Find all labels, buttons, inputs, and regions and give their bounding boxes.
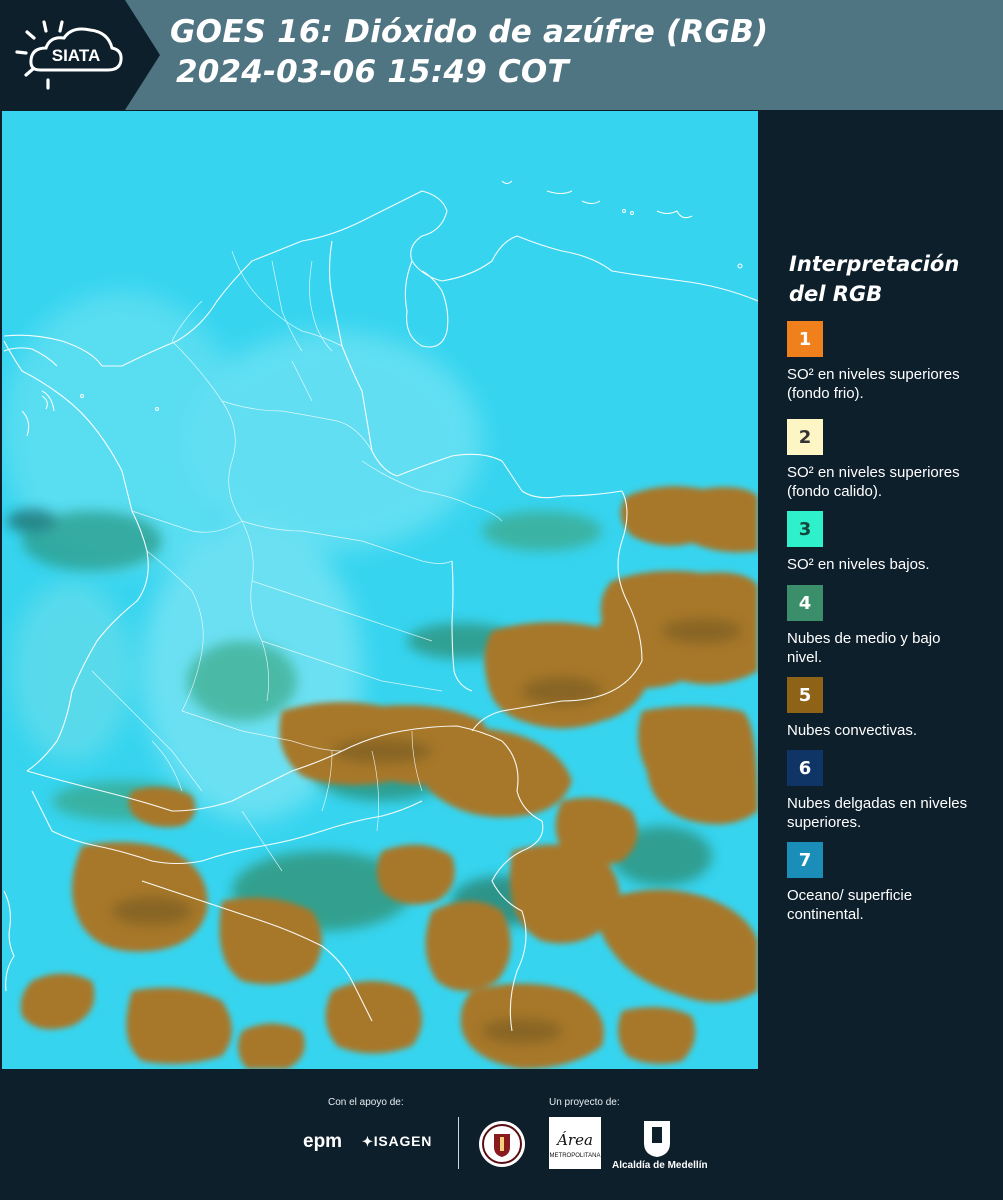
legend-item-2: 2 SO² en niveles superiores (fondo calid… [787,419,977,501]
epm-logo[interactable]: epm [303,1131,342,1153]
area-logo-subtext: METROPOLITANA [550,1153,601,1159]
legend-swatch-5: 5 [787,677,823,713]
legend-swatch-7: 7 [787,842,823,878]
area-logo-text: Área [555,1131,593,1149]
legend-label-4: Nubes de medio y bajo nivel. [787,630,941,666]
legend-item-1: 1 SO² en niveles superiores (fondo frio)… [787,321,977,403]
legend-item-7: 7 Oceano/ superficie continental. [787,842,977,924]
isagen-icon: ✦ [362,1134,374,1149]
legend-label-3: SO² en niveles bajos. [787,556,930,573]
project-caption: Un proyecto de: [549,1097,620,1108]
header-bar: SIATA GOES 16: Dióxido de azúfre (RGB) 2… [0,0,1003,110]
legend-label-5: Nubes convectivas. [787,722,918,739]
isagen-label: ISAGEN [373,1133,433,1149]
alcaldia-label: Alcaldía de Medellín [612,1160,708,1171]
legend-swatch-1: 1 [787,321,823,357]
legend-item-4: 4 Nubes de medio y bajo nivel. [787,585,977,667]
legend-swatch-3: 3 [787,511,823,547]
page-timestamp: 2024-03-06 15:49 COT [176,54,569,90]
legend-panel: Interpretación del RGB 1 SO² en niveles … [760,111,1003,1069]
legend-label-2: SO² en niveles superiores (fondo calido)… [787,464,960,500]
footer-divider [458,1117,459,1169]
area-metropolitana-logo[interactable]: Área METROPOLITANA [549,1117,601,1169]
satellite-map[interactable] [2,111,758,1069]
page-title: GOES 16: Dióxido de azúfre (RGB) [170,14,769,50]
legend-item-6: 6 Nubes delgadas en niveles superiores. [787,750,977,832]
legend-swatch-4: 4 [787,585,823,621]
medellin-seal-logo[interactable] [477,1119,527,1169]
siata-logo-text: SIATA [52,46,100,65]
footer-bar: Con el apoyo de: Un proyecto de: epm ✦IS… [0,1069,1003,1200]
legend-title: Interpretación del RGB [789,252,960,306]
legend-swatch-2: 2 [787,419,823,455]
isagen-logo[interactable]: ✦ISAGEN [362,1133,432,1150]
alcaldia-shield-logo[interactable] [612,1119,702,1159]
support-caption: Con el apoyo de: [328,1097,404,1108]
legend-label-7: Oceano/ superficie continental. [787,887,913,923]
legend-swatch-6: 6 [787,750,823,786]
legend-label-1: SO² en niveles superiores (fondo frio). [787,366,960,402]
siata-logo[interactable]: SIATA [0,0,160,110]
legend-item-3: 3 SO² en niveles bajos. [787,511,977,574]
legend-item-5: 5 Nubes convectivas. [787,677,977,740]
legend-label-6: Nubes delgadas en niveles superiores. [787,795,968,831]
